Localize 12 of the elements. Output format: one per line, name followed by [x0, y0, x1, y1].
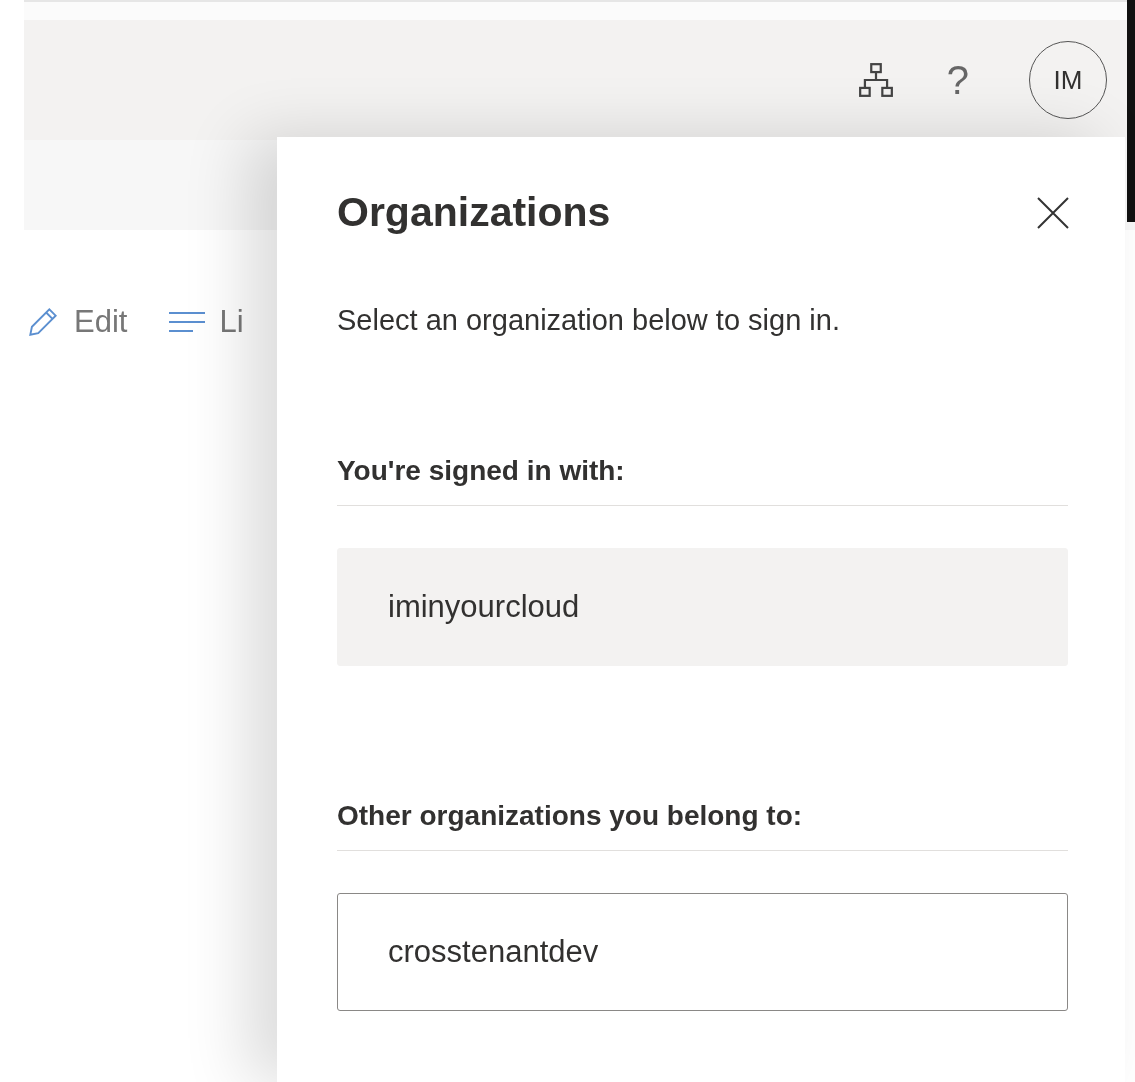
help-button[interactable]: ?	[946, 57, 969, 103]
panel-description: Select an organization below to sign in.	[337, 304, 841, 337]
organization-item[interactable]: iminyourcloud	[337, 548, 1068, 666]
section-heading: You're signed in with:	[337, 455, 1068, 506]
list-icon	[167, 309, 208, 335]
section-heading: Other organizations you belong to:	[337, 800, 1068, 851]
organization-item[interactable]: crosstenantdev	[337, 893, 1068, 1011]
hierarchy-icon[interactable]	[856, 61, 895, 99]
panel-title: Organizations	[337, 189, 611, 236]
toolbar-button[interactable]: Edit	[74, 304, 128, 340]
close-icon[interactable]	[1036, 195, 1070, 230]
toolbar-button[interactable]: Li	[219, 304, 244, 340]
